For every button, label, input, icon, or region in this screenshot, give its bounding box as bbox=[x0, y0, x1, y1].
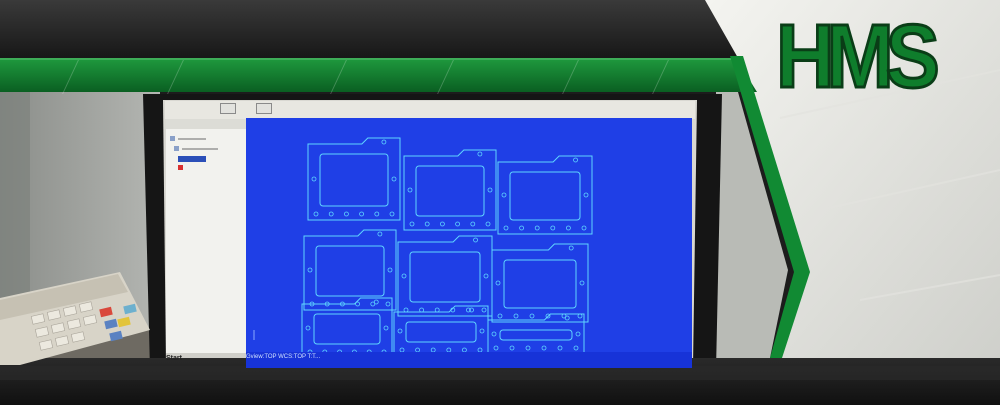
cad-statusbar-text: Gview:TOP WCS:TOP T:T... bbox=[246, 354, 321, 360]
green-band-texture bbox=[0, 60, 740, 94]
hms-logo[interactable]: HMS bbox=[775, 11, 952, 104]
operations-tree bbox=[170, 136, 218, 170]
start-button[interactable]: Start bbox=[166, 355, 182, 363]
view-icon[interactable] bbox=[220, 103, 236, 114]
snap-icon[interactable] bbox=[256, 103, 272, 114]
cad-viewport[interactable] bbox=[246, 118, 692, 352]
hero-banner: Gview:TOP WCS:TOP T:T... Start HMS bbox=[0, 0, 1000, 405]
